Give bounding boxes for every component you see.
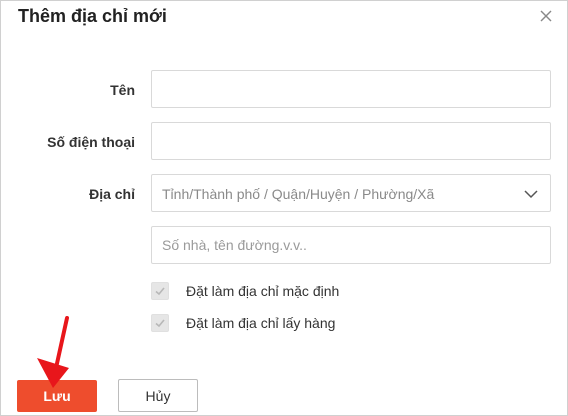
check-icon	[155, 287, 165, 296]
add-address-dialog: Thêm địa chỉ mới Tên Số điện thoại Địa c…	[0, 0, 568, 416]
phone-field-box	[151, 122, 551, 160]
cancel-button[interactable]: Hủy	[118, 379, 198, 412]
default-address-checkbox[interactable]	[151, 282, 169, 300]
dialog-title: Thêm địa chỉ mới	[18, 6, 167, 26]
phone-input[interactable]	[152, 123, 550, 159]
default-address-option[interactable]: Đặt làm địa chỉ mặc định	[151, 281, 339, 301]
name-field-box	[151, 70, 551, 108]
street-field-box	[151, 226, 551, 264]
chevron-down-icon	[524, 187, 538, 201]
close-icon[interactable]	[537, 7, 555, 25]
region-select-text: Tỉnh/Thành phố / Quận/Huyện / Phường/Xã	[162, 186, 435, 202]
pickup-address-option[interactable]: Đặt làm địa chỉ lấy hàng	[151, 313, 335, 333]
pickup-address-label: Đặt làm địa chỉ lấy hàng	[186, 315, 336, 331]
default-address-label: Đặt làm địa chỉ mặc định	[186, 283, 340, 299]
check-icon	[155, 319, 165, 328]
red-arrow-annotation-icon	[37, 316, 69, 388]
name-label: Tên	[110, 82, 135, 98]
name-input[interactable]	[152, 71, 550, 107]
address-label: Địa chỉ	[89, 186, 135, 202]
street-input[interactable]	[152, 227, 550, 263]
pickup-address-checkbox[interactable]	[151, 314, 169, 332]
phone-label: Số điện thoại	[47, 134, 135, 150]
region-select[interactable]: Tỉnh/Thành phố / Quận/Huyện / Phường/Xã	[151, 174, 551, 212]
